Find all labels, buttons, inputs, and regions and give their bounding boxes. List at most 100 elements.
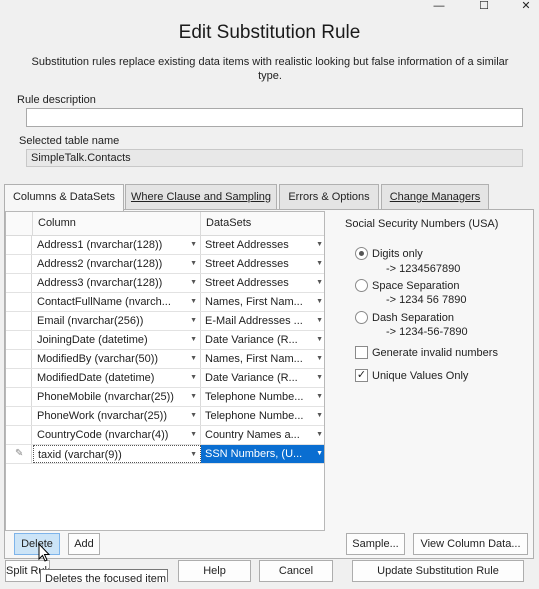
column-cell[interactable]: Email (nvarchar(256)) ▼ xyxy=(33,312,201,330)
table-row[interactable]: PhoneMobile (nvarchar(25)) ▼ Telephone Nu… xyxy=(6,388,324,407)
radio-space-separation-label[interactable]: Space Separation xyxy=(372,280,459,292)
dataset-cell[interactable]: Street Addresses ▼ xyxy=(201,236,324,254)
radio-digits-only-label[interactable]: Digits only xyxy=(372,248,423,260)
rule-description-label: Rule description xyxy=(17,94,96,106)
chevron-down-icon[interactable]: ▼ xyxy=(190,350,197,368)
column-cell[interactable]: ContactFullName (nvarch... ▼ xyxy=(33,293,201,311)
chevron-down-icon[interactable]: ▼ xyxy=(316,312,323,330)
column-cell[interactable]: Address1 (nvarchar(128)) ▼ xyxy=(33,236,201,254)
cancel-button[interactable]: Cancel xyxy=(259,560,333,582)
table-row[interactable]: ModifiedBy (varchar(50)) ▼ Names, First N… xyxy=(6,350,324,369)
column-cell-text: Email (nvarchar(256)) xyxy=(37,315,144,327)
chevron-down-icon[interactable]: ▼ xyxy=(190,255,197,273)
grid-header: Column DataSets xyxy=(6,212,324,236)
column-cell[interactable]: PhoneWork (nvarchar(25)) ▼ xyxy=(33,407,201,425)
columns-grid[interactable]: Column DataSets Address1 (nvarchar(128))… xyxy=(5,211,325,531)
dataset-cell[interactable]: Date Variance (R... ▼ xyxy=(201,369,324,387)
options-title: Social Security Numbers (USA) xyxy=(345,218,499,230)
column-cell[interactable]: Address3 (nvarchar(128)) ▼ xyxy=(33,274,201,292)
tab-change-managers[interactable]: Change Managers xyxy=(381,184,489,210)
chevron-down-icon[interactable]: ▼ xyxy=(316,369,323,387)
maximize-button[interactable]: ☐ xyxy=(469,0,499,14)
dataset-cell-text: Country Names a... xyxy=(205,429,300,441)
chevron-down-icon[interactable]: ▼ xyxy=(190,312,197,330)
table-row-focused[interactable]: ✎ taxid (varchar(9)) ▼ SSN Numbers, (U...… xyxy=(6,445,324,464)
rule-description-input[interactable] xyxy=(26,108,523,127)
chevron-down-icon[interactable]: ▼ xyxy=(190,446,197,462)
chevron-down-icon[interactable]: ▼ xyxy=(190,388,197,406)
radio-space-separation[interactable] xyxy=(355,279,368,292)
column-cell[interactable]: JoiningDate (datetime) ▼ xyxy=(33,331,201,349)
dataset-cell[interactable]: Names, First Nam... ▼ xyxy=(201,350,324,368)
dataset-cell[interactable]: Street Addresses ▼ xyxy=(201,274,324,292)
chevron-down-icon[interactable]: ▼ xyxy=(316,350,323,368)
add-button[interactable]: Add xyxy=(68,533,100,555)
unique-values-checkbox[interactable]: ✓ xyxy=(355,369,368,382)
dataset-cell[interactable]: Names, First Nam... ▼ xyxy=(201,293,324,311)
dataset-cell[interactable]: Street Addresses ▼ xyxy=(201,255,324,273)
chevron-down-icon[interactable]: ▼ xyxy=(190,293,197,311)
table-row[interactable]: PhoneWork (nvarchar(25)) ▼ Telephone Numb… xyxy=(6,407,324,426)
chevron-down-icon[interactable]: ▼ xyxy=(316,388,323,406)
radio-dash-separation-label[interactable]: Dash Separation xyxy=(372,312,454,324)
chevron-down-icon[interactable]: ▼ xyxy=(316,445,323,463)
column-cell-text: ContactFullName (nvarch... xyxy=(37,296,171,308)
dataset-cell[interactable]: E-Mail Addresses ... ▼ xyxy=(201,312,324,330)
minimize-button[interactable]: — xyxy=(424,0,454,14)
row-indicator xyxy=(6,350,32,368)
column-cell[interactable]: ModifiedDate (datetime) ▼ xyxy=(33,369,201,387)
delete-button[interactable]: Delete xyxy=(14,533,60,555)
tab-errors-options[interactable]: Errors & Options xyxy=(279,184,379,210)
generate-invalid-checkbox[interactable] xyxy=(355,346,368,359)
tab-where-clause-sampling[interactable]: Where Clause and Sampling xyxy=(125,184,277,210)
column-cell[interactable]: PhoneMobile (nvarchar(25)) ▼ xyxy=(33,388,201,406)
chevron-down-icon[interactable]: ▼ xyxy=(190,236,197,254)
column-header[interactable]: Column xyxy=(33,212,201,235)
close-button[interactable]: ✕ xyxy=(511,0,539,14)
table-row[interactable]: Address1 (nvarchar(128)) ▼ Street Address… xyxy=(6,236,324,255)
dataset-cell[interactable]: Telephone Numbe... ▼ xyxy=(201,407,324,425)
chevron-down-icon[interactable]: ▼ xyxy=(316,331,323,349)
dataset-cell-text: Names, First Nam... xyxy=(205,353,303,365)
table-row[interactable]: Email (nvarchar(256)) ▼ E-Mail Addresses … xyxy=(6,312,324,331)
column-cell[interactable]: Address2 (nvarchar(128)) ▼ xyxy=(33,255,201,273)
chevron-down-icon[interactable]: ▼ xyxy=(190,369,197,387)
row-indicator xyxy=(6,426,32,444)
datasets-header[interactable]: DataSets xyxy=(201,212,324,235)
dash-separation-example: -> 1234-56-7890 xyxy=(386,326,468,338)
table-row[interactable]: ModifiedDate (datetime) ▼ Date Variance (… xyxy=(6,369,324,388)
chevron-down-icon[interactable]: ▼ xyxy=(190,407,197,425)
table-row[interactable]: CountryCode (nvarchar(4)) ▼ Country Names… xyxy=(6,426,324,445)
chevron-down-icon[interactable]: ▼ xyxy=(316,236,323,254)
radio-digits-only[interactable] xyxy=(355,247,368,260)
tab-columns-datasets[interactable]: Columns & DataSets xyxy=(4,184,124,211)
chevron-down-icon[interactable]: ▼ xyxy=(190,331,197,349)
generate-invalid-label[interactable]: Generate invalid numbers xyxy=(372,347,498,359)
chevron-down-icon[interactable]: ▼ xyxy=(316,426,323,444)
column-cell[interactable]: ModifiedBy (varchar(50)) ▼ xyxy=(33,350,201,368)
chevron-down-icon[interactable]: ▼ xyxy=(316,407,323,425)
chevron-down-icon[interactable]: ▼ xyxy=(190,274,197,292)
chevron-down-icon[interactable]: ▼ xyxy=(316,255,323,273)
dataset-cell[interactable]: Date Variance (R... ▼ xyxy=(201,331,324,349)
unique-values-label[interactable]: Unique Values Only xyxy=(372,370,468,382)
view-column-data-button[interactable]: View Column Data... xyxy=(413,533,528,555)
column-cell[interactable]: taxid (varchar(9)) ▼ xyxy=(33,445,201,463)
update-substitution-rule-button[interactable]: Update Substitution Rule xyxy=(352,560,524,582)
table-row[interactable]: Address3 (nvarchar(128)) ▼ Street Address… xyxy=(6,274,324,293)
table-row[interactable]: JoiningDate (datetime) ▼ Date Variance (R… xyxy=(6,331,324,350)
radio-dash-separation[interactable] xyxy=(355,311,368,324)
dataset-cell[interactable]: Telephone Numbe... ▼ xyxy=(201,388,324,406)
chevron-down-icon[interactable]: ▼ xyxy=(316,274,323,292)
help-button[interactable]: Help xyxy=(178,560,251,582)
table-row[interactable]: ContactFullName (nvarch... ▼ Names, First… xyxy=(6,293,324,312)
chevron-down-icon[interactable]: ▼ xyxy=(316,293,323,311)
chevron-down-icon[interactable]: ▼ xyxy=(190,426,197,444)
row-indicator xyxy=(6,293,32,311)
sample-button[interactable]: Sample... xyxy=(346,533,405,555)
column-cell[interactable]: CountryCode (nvarchar(4)) ▼ xyxy=(33,426,201,444)
row-indicator xyxy=(6,236,32,254)
table-row[interactable]: Address2 (nvarchar(128)) ▼ Street Address… xyxy=(6,255,324,274)
dataset-cell[interactable]: Country Names a... ▼ xyxy=(201,426,324,444)
dataset-cell[interactable]: SSN Numbers, (U... ▼ xyxy=(201,445,324,463)
